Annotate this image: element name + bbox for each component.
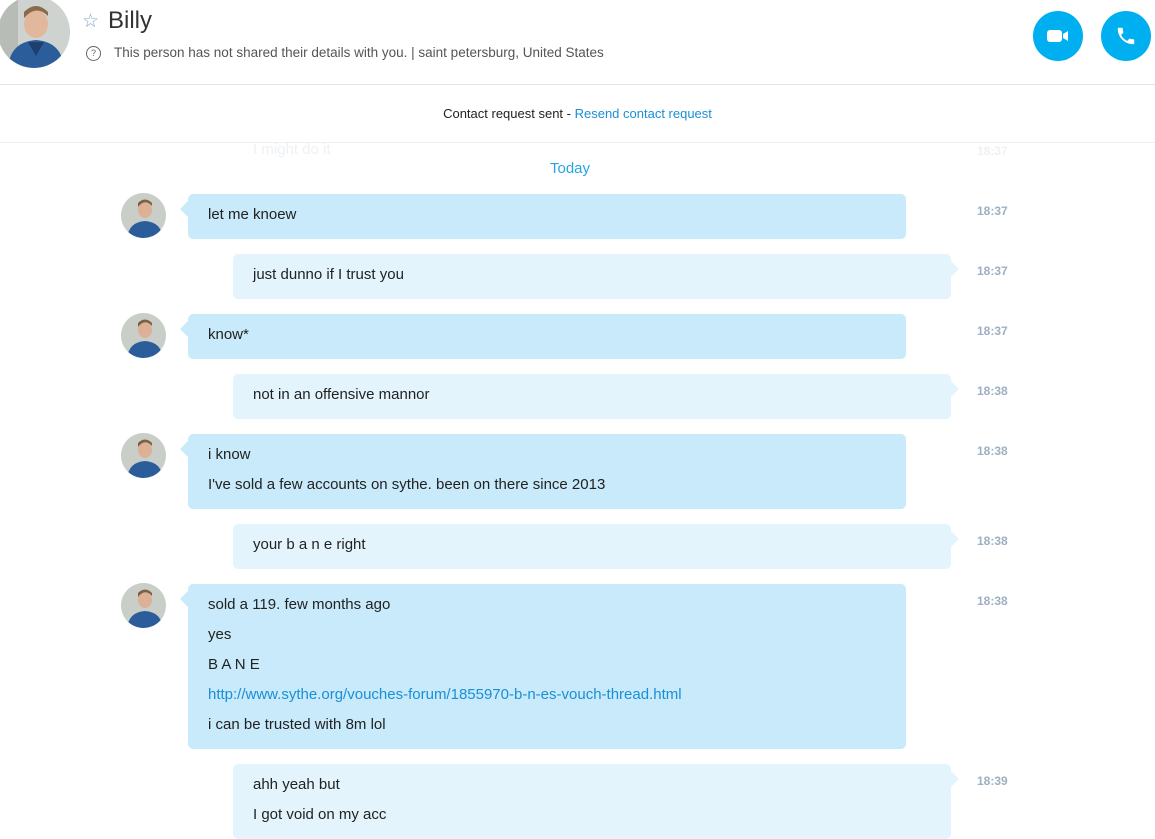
faded-message: I might do it: [253, 141, 331, 158]
incoming-message-bubble[interactable]: let me knoew: [188, 194, 906, 239]
message-timestamp: 18:38: [977, 384, 1008, 398]
help-icon[interactable]: ?: [86, 45, 101, 61]
bubble-tail: [951, 381, 959, 397]
message-timestamp: 18:37: [977, 264, 1008, 278]
phone-icon: [1117, 27, 1135, 45]
message-text: ahh yeah but: [253, 776, 340, 793]
outgoing-message-bubble[interactable]: ahh yeah but I got void on my acc: [233, 764, 951, 839]
bubble-tail: [180, 591, 188, 607]
message-timestamp: 18:38: [977, 594, 1008, 608]
bubble-tail: [951, 771, 959, 787]
sender-avatar[interactable]: [121, 313, 166, 358]
message-text: let me knoew: [208, 206, 297, 223]
sender-avatar[interactable]: [121, 193, 166, 238]
message-text: your b a n e right: [253, 536, 366, 553]
message-text: i can be trusted with 8m lol: [208, 716, 386, 733]
contact-name: Billy: [108, 7, 153, 34]
message-timestamp: 18:38: [977, 444, 1008, 458]
video-call-button[interactable]: [1033, 11, 1083, 61]
message-text: i know: [208, 446, 251, 463]
contact-request-banner: Contact request sent - Resend contact re…: [0, 85, 1155, 143]
audio-call-button[interactable]: [1101, 11, 1151, 61]
incoming-message-bubble[interactable]: sold a 119. few months ago yes B A N E http…: [188, 584, 906, 749]
message-timestamp: 18:37: [977, 204, 1008, 218]
message-text: yes: [208, 626, 232, 643]
favorite-star-icon[interactable]: ☆: [82, 12, 99, 32]
message-text: just dunno if I trust you: [253, 266, 404, 283]
contact-details-text: This person has not shared their details…: [114, 45, 604, 60]
contact-details: ? This person has not shared their detai…: [86, 44, 604, 62]
outgoing-message-bubble[interactable]: not in an offensive mannor: [233, 374, 951, 419]
sender-avatar[interactable]: [121, 583, 166, 628]
message-timestamp: 18:38: [977, 534, 1008, 548]
incoming-message-bubble[interactable]: i know I've sold a few accounts on sythe.…: [188, 434, 906, 509]
message-text: not in an offensive mannor: [253, 386, 430, 403]
contact-request-status: Contact request sent -: [443, 106, 575, 121]
message-text: sold a 119. few months ago: [208, 596, 391, 613]
outgoing-message-bubble[interactable]: just dunno if I trust you: [233, 254, 951, 299]
conversation-header: ☆ Billy ? This person has not shared the…: [0, 0, 1155, 85]
message-text: I've sold a few accounts on sythe. been …: [208, 476, 606, 493]
bubble-tail: [180, 201, 188, 217]
message-timestamp: 18:39: [977, 774, 1008, 788]
contact-avatar[interactable]: [0, 0, 70, 68]
message-text: know*: [208, 326, 249, 343]
message-timestamp: 18:37: [977, 324, 1008, 338]
message-link[interactable]: http://www.sythe.org/vouches-forum/18559…: [208, 680, 886, 710]
bubble-tail: [951, 531, 959, 547]
date-separator: Today: [549, 160, 591, 177]
bubble-tail: [180, 321, 188, 337]
sender-avatar[interactable]: [121, 433, 166, 478]
resend-contact-request-link[interactable]: Resend contact request: [575, 106, 712, 121]
bubble-tail: [951, 261, 959, 277]
video-camera-icon: [1047, 30, 1068, 42]
faded-message-time: 18:37: [977, 144, 1008, 158]
outgoing-message-bubble[interactable]: your b a n e right: [233, 524, 951, 569]
incoming-message-bubble[interactable]: know*: [188, 314, 906, 359]
bubble-tail: [180, 441, 188, 457]
message-text: B A N E: [208, 656, 260, 673]
